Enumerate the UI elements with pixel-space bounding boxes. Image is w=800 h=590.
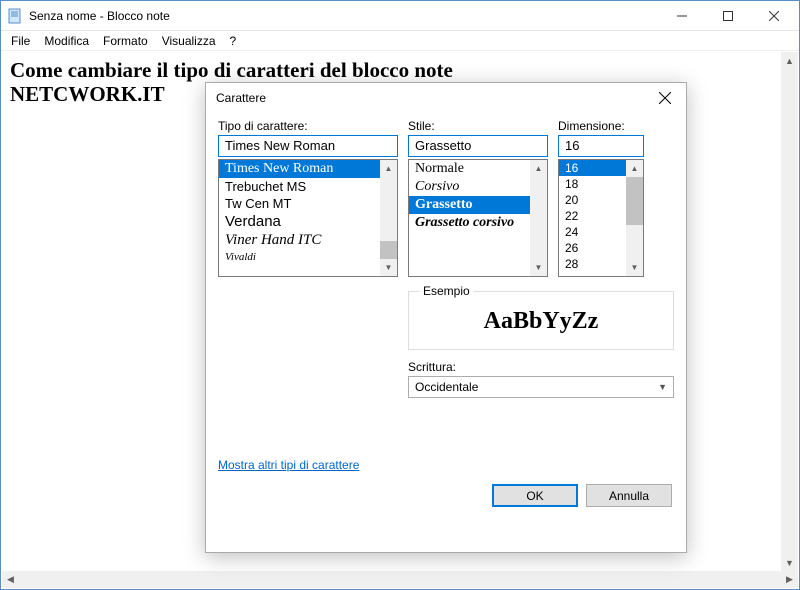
font-listbox[interactable]: Times New Roman Trebuchet MS Tw Cen MT V… [218,159,398,277]
close-icon [659,92,671,104]
size-list-item[interactable]: 28 [559,256,626,272]
scroll-up-icon[interactable]: ▲ [781,52,798,69]
font-label: Tipo di carattere: [218,119,398,133]
maximize-button[interactable] [705,1,751,30]
editor-line: Come cambiare il tipo di caratteri del b… [10,58,790,82]
script-value: Occidentale [415,380,478,394]
size-list-item[interactable]: 22 [559,208,626,224]
font-list-item[interactable]: Trebuchet MS [219,178,380,195]
sample-label: Esempio [419,284,474,298]
sample-fieldset: Esempio AaBbYyZz [408,291,674,350]
menu-view[interactable]: Visualizza [156,32,222,50]
font-list-scrollbar[interactable]: ▲ ▼ [380,160,397,276]
dialog-titlebar: Carattere [206,83,686,113]
ok-button[interactable]: OK [492,484,578,507]
size-list-item[interactable]: 26 [559,240,626,256]
app-icon [7,8,23,24]
size-list-item[interactable]: 18 [559,176,626,192]
close-button[interactable] [751,1,797,30]
scroll-right-icon[interactable]: ▶ [781,571,798,588]
scroll-up-icon[interactable]: ▲ [626,160,643,177]
font-list-item[interactable]: Vivaldi [219,250,380,264]
size-list-scrollbar[interactable]: ▲ ▼ [626,160,643,276]
scroll-down-icon[interactable]: ▼ [781,554,798,571]
style-label: Stile: [408,119,548,133]
scroll-up-icon[interactable]: ▲ [530,160,547,177]
font-list-item[interactable]: Viner Hand ITC [219,231,380,250]
editor-vertical-scrollbar[interactable]: ▲ ▼ [781,52,798,571]
style-list-item[interactable]: Grassetto [409,196,530,214]
style-input[interactable]: Grassetto [408,135,548,157]
font-dialog: Carattere Tipo di carattere: Times New R… [205,82,687,553]
size-listbox[interactable]: 16 18 20 22 24 26 28 ▲ ▼ [558,159,644,277]
scroll-thumb[interactable] [626,177,643,225]
size-list-item[interactable]: 20 [559,192,626,208]
scroll-track[interactable] [19,571,781,588]
dialog-close-button[interactable] [650,84,680,112]
style-listbox[interactable]: Normale Corsivo Grassetto Grassetto cors… [408,159,548,277]
sample-text: AaBbYyZz [419,308,663,335]
style-list-item[interactable]: Grassetto corsivo [409,214,530,232]
font-list-item[interactable]: Times New Roman [219,160,380,178]
font-list-item[interactable]: Tw Cen MT [219,195,380,212]
window-controls [659,1,797,30]
dialog-title: Carattere [216,91,650,105]
minimize-button[interactable] [659,1,705,30]
menu-help[interactable]: ? [224,32,243,50]
size-label: Dimensione: [558,119,644,133]
font-input[interactable]: Times New Roman [218,135,398,157]
scroll-thumb[interactable] [380,241,397,259]
menu-edit[interactable]: Modifica [38,32,95,50]
show-more-fonts-link[interactable]: Mostra altri tipi di carattere [218,458,359,472]
window-titlebar: Senza nome - Blocco note [1,1,799,31]
scroll-track[interactable] [781,69,798,554]
menu-file[interactable]: File [5,32,36,50]
size-input[interactable]: 16 [558,135,644,157]
style-list-item[interactable]: Normale [409,160,530,178]
style-list-scrollbar[interactable]: ▲ ▼ [530,160,547,276]
scroll-down-icon[interactable]: ▼ [380,259,397,276]
script-label: Scrittura: [408,360,674,374]
scroll-left-icon[interactable]: ◀ [2,571,19,588]
font-list-item[interactable]: Verdana [219,212,380,231]
scroll-down-icon[interactable]: ▼ [626,259,643,276]
menu-format[interactable]: Formato [97,32,154,50]
chevron-down-icon: ▼ [658,382,667,392]
cancel-button[interactable]: Annulla [586,484,672,507]
scroll-down-icon[interactable]: ▼ [530,259,547,276]
script-select[interactable]: Occidentale ▼ [408,376,674,398]
scroll-up-icon[interactable]: ▲ [380,160,397,177]
size-list-item[interactable]: 24 [559,224,626,240]
style-list-item[interactable]: Corsivo [409,178,530,196]
size-list-item[interactable]: 16 [559,160,626,176]
window-title: Senza nome - Blocco note [29,9,659,23]
menubar: File Modifica Formato Visualizza ? [1,31,799,51]
editor-horizontal-scrollbar[interactable]: ◀ ▶ [2,571,798,588]
